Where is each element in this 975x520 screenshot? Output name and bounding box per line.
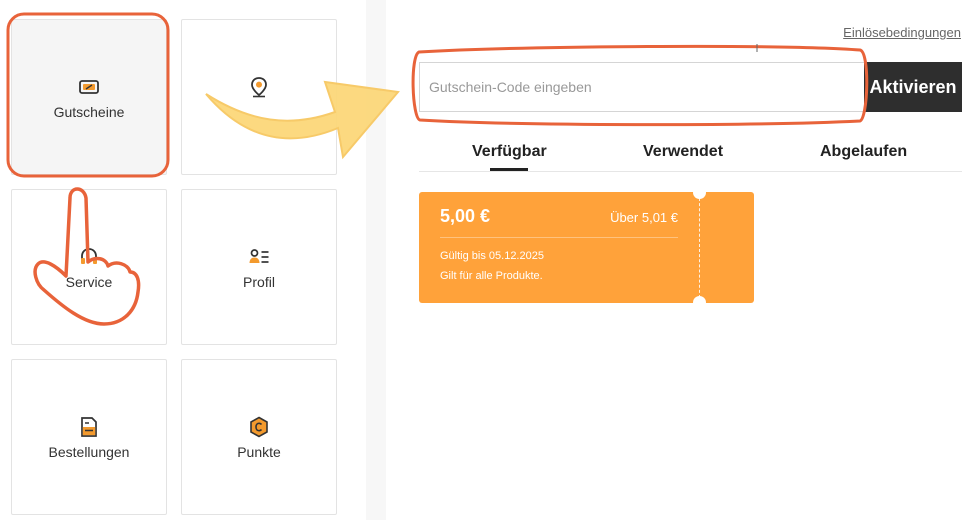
coupon-card[interactable]: 5,00 € Über 5,01 € Gültig bis 05.12.2025…	[419, 186, 754, 309]
menu-tile-label: Profil	[243, 274, 275, 290]
voucher-icon	[79, 80, 99, 94]
coupon-perforation	[699, 198, 700, 298]
menu-tile-label: Bestellungen	[48, 444, 130, 460]
menu-tile-profil[interactable]: Profil	[181, 189, 337, 345]
redemption-terms-link[interactable]: Einlösebedingungen	[843, 25, 961, 40]
coin-icon	[250, 416, 268, 438]
headset-icon	[81, 248, 97, 264]
panel-divider	[366, 0, 386, 520]
voucher-tabs: Verfügbar Verwendet Abgelaufen	[419, 132, 962, 172]
menu-tile-label: Gutscheine	[53, 104, 125, 120]
menu-tile-address[interactable]	[181, 19, 337, 175]
voucher-code-input[interactable]	[419, 62, 864, 112]
coupon-minimum: Über 5,01 €	[610, 210, 678, 225]
menu-tile-punkte[interactable]: Punkte	[181, 359, 337, 515]
menu-tile-label: Service	[65, 274, 113, 290]
menu-tile-gutscheine[interactable]: Gutscheine	[11, 19, 167, 175]
coupon-separator	[440, 237, 678, 238]
active-tab-indicator	[490, 168, 528, 171]
order-document-icon	[81, 417, 97, 437]
location-pin-icon	[251, 77, 267, 98]
tab-abgelaufen[interactable]: Abgelaufen	[820, 143, 907, 161]
coupon-scope: Gilt für alle Produkte.	[440, 270, 543, 282]
coupon-validity: Gültig bis 05.12.2025	[440, 250, 544, 262]
coupon-notch-top	[693, 186, 706, 199]
coupon-amount: 5,00 €	[440, 206, 491, 226]
menu-tile-label: Punkte	[237, 444, 281, 460]
account-menu: Gutscheine Service Profil Bestellungen P…	[0, 0, 366, 520]
tab-verfuegbar[interactable]: Verfügbar	[472, 143, 547, 161]
coupon-notch-bottom	[693, 296, 706, 309]
menu-tile-service[interactable]: Service	[11, 189, 167, 345]
profile-list-icon	[249, 249, 269, 263]
menu-tile-bestellungen[interactable]: Bestellungen	[11, 359, 167, 515]
activate-button[interactable]: Aktivieren	[864, 62, 962, 112]
tab-verwendet[interactable]: Verwendet	[643, 143, 723, 161]
